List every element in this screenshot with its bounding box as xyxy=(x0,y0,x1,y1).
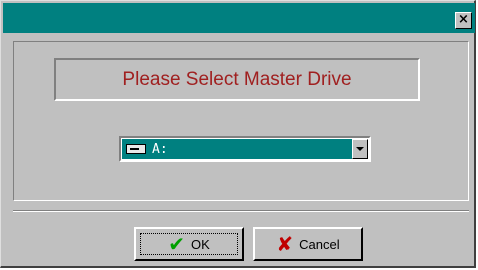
drive-select-value[interactable]: A: xyxy=(122,139,353,159)
title-bar[interactable]: × xyxy=(3,3,475,33)
chevron-down-icon[interactable] xyxy=(352,139,368,159)
ok-button[interactable]: ✔ OK xyxy=(134,227,244,261)
close-icon[interactable]: × xyxy=(458,12,469,27)
drive-select[interactable]: A: xyxy=(119,136,371,162)
select-master-drive-dialog: × Please Select Master Drive A: ✔ OK ✘ C… xyxy=(0,0,476,268)
focus-rectangle xyxy=(140,233,238,255)
dialog-heading: Please Select Master Drive xyxy=(122,68,352,90)
close-button[interactable]: × xyxy=(455,12,472,29)
divider xyxy=(13,210,469,212)
cancel-button[interactable]: ✘ Cancel xyxy=(253,227,363,261)
cancel-label: Cancel xyxy=(299,236,340,252)
drive-select-label: A: xyxy=(152,141,168,157)
heading-panel: Please Select Master Drive xyxy=(54,58,420,101)
floppy-drive-icon xyxy=(126,144,146,154)
x-mark-icon: ✘ xyxy=(276,232,294,256)
